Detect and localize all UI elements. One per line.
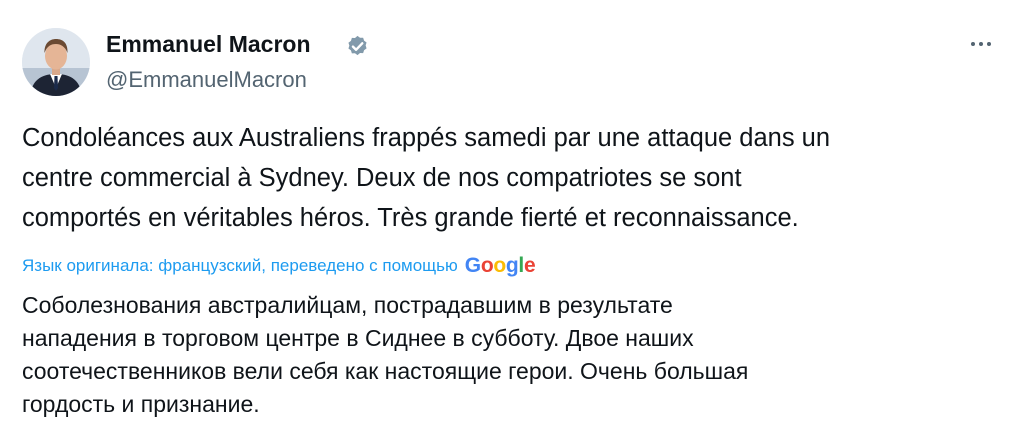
translation-attribution[interactable]: Язык оригинала: французский, переведено … — [22, 253, 536, 279]
verified-badge-icon — [348, 35, 367, 56]
tweet-text-line: centre commercial à Sydney. Deux de nos … — [22, 164, 742, 192]
google-logo-letter: g — [505, 254, 519, 277]
author-handle[interactable]: @EmmanuelMacron — [106, 67, 307, 93]
translated-text: Соболезнования австралийцам, пострадавши… — [22, 289, 1002, 421]
translated-text-line: Соболезнования австралийцам, пострадавши… — [22, 292, 673, 318]
google-logo-letter: o — [493, 254, 506, 277]
translated-text-line: нападения в торговом центре в Сиднее в с… — [22, 325, 694, 351]
tweet-card: Emmanuel Macron @EmmanuelMacron Condoléa… — [0, 0, 1024, 445]
more-horizontal-icon — [969, 42, 993, 46]
tweet-text-line: comportés en véritables héros. Très gran… — [22, 204, 799, 232]
more-options-button[interactable] — [964, 30, 998, 58]
translated-text-line: гордость и признание. — [22, 391, 260, 417]
translated-text-line: соотечественников вели себя как настоящи… — [22, 358, 749, 384]
google-logo-letter: e — [523, 254, 536, 277]
google-logo: Google — [465, 254, 536, 278]
avatar[interactable] — [22, 28, 90, 96]
tweet-text: Condoléances aux Australiens frappés sam… — [22, 118, 1002, 238]
google-logo-letter: o — [480, 254, 494, 277]
author-name[interactable]: Emmanuel Macron — [106, 31, 311, 58]
google-logo-letter: G — [464, 254, 481, 277]
tweet-text-line: Condoléances aux Australiens frappés sam… — [22, 124, 831, 152]
translation-note[interactable]: Язык оригинала: французский, переведено … — [22, 256, 458, 276]
